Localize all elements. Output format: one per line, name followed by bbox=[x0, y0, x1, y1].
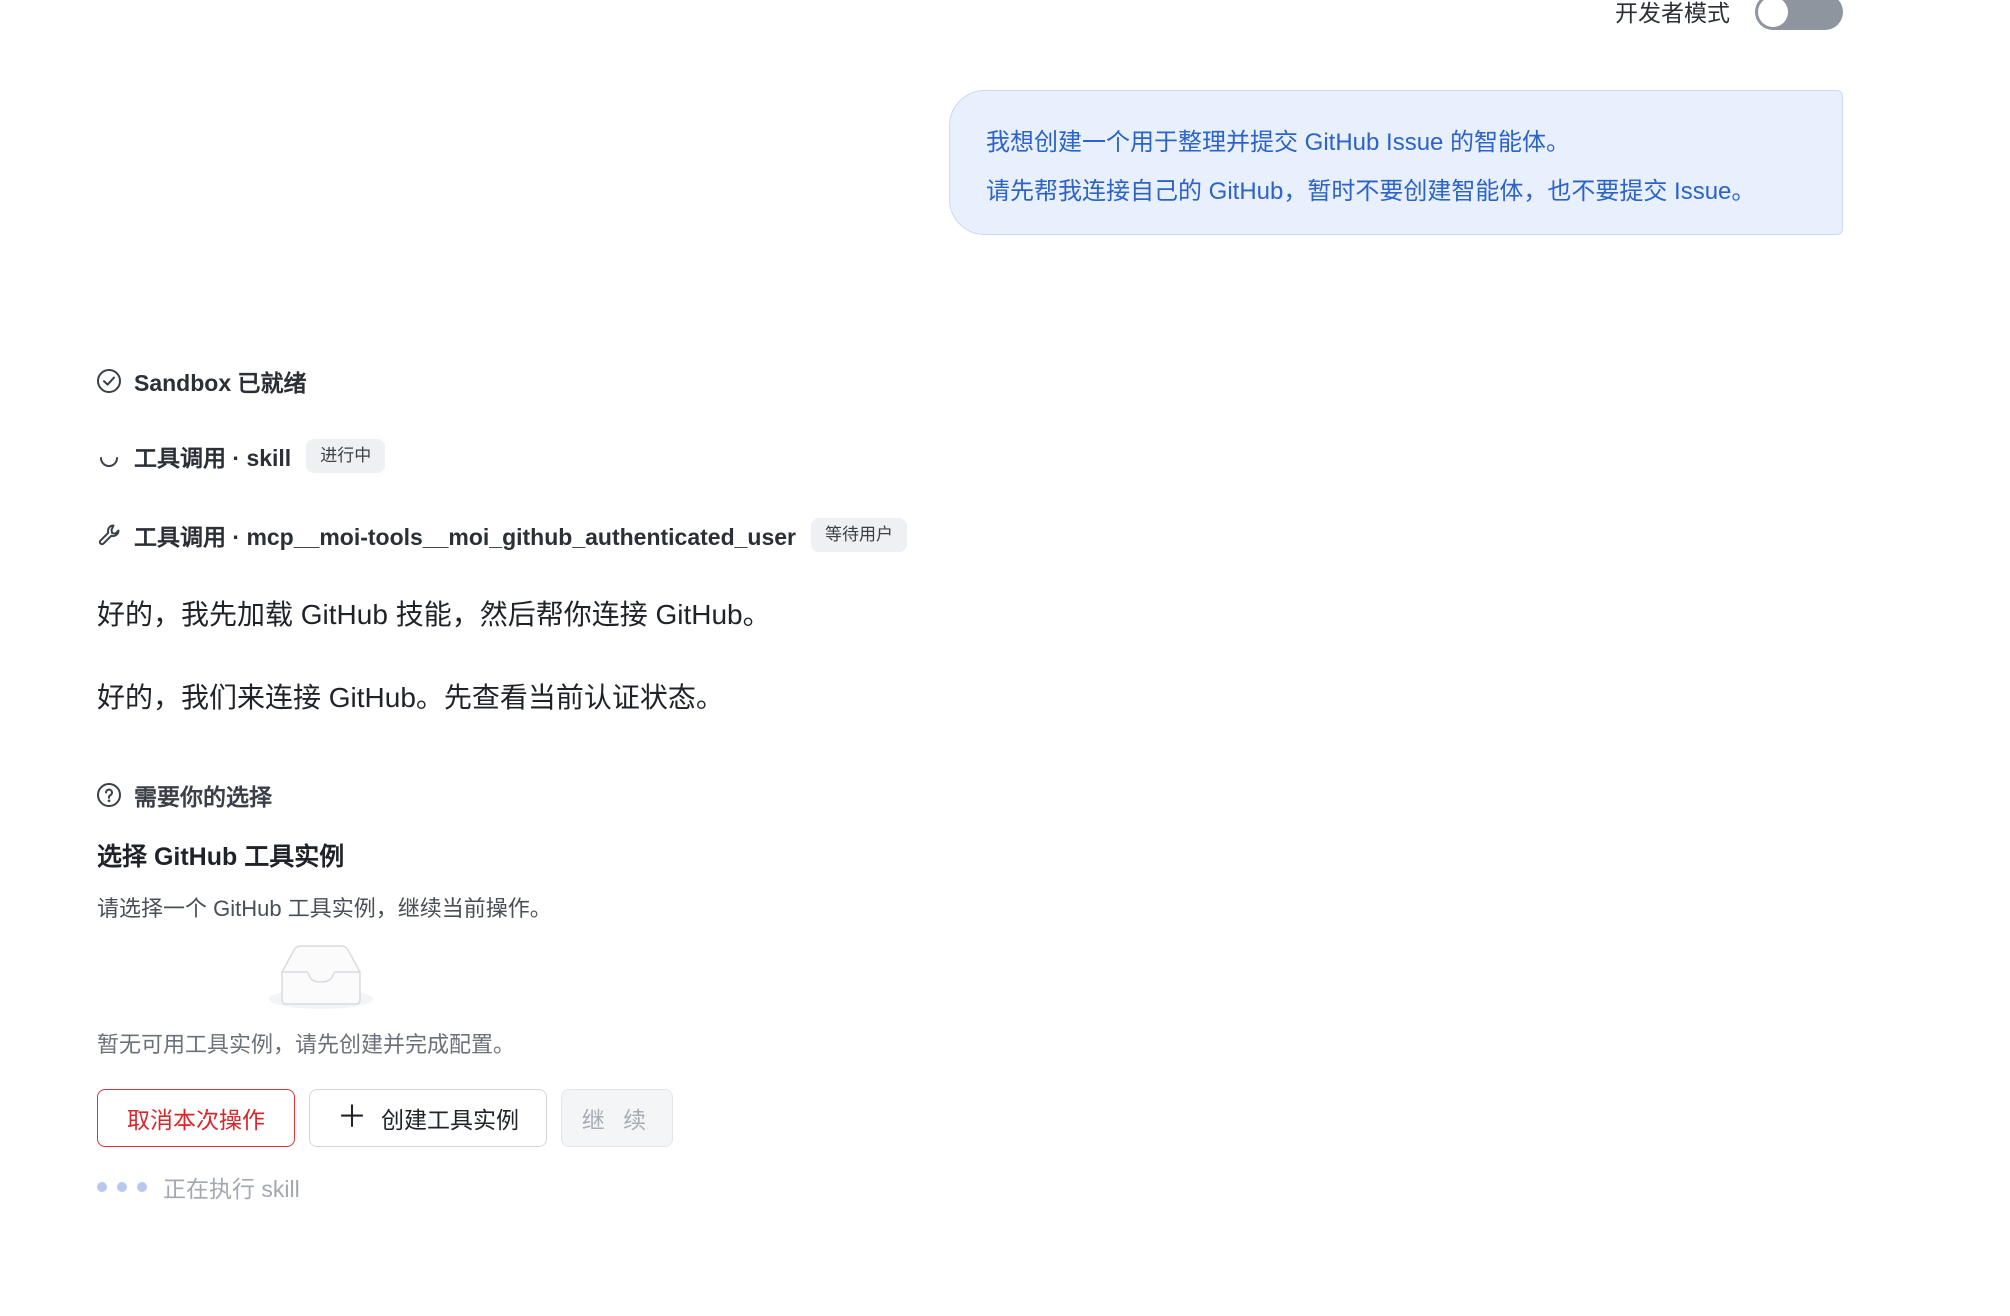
dev-mode-label: 开发者模式 bbox=[1615, 0, 1730, 26]
choice-description: 请选择一个 GitHub 工具实例，继续当前操作。 bbox=[97, 896, 552, 921]
wrench-icon bbox=[96, 522, 122, 548]
assistant-message-2: 好的，我们来连接 GitHub。先查看当前认证状态。 bbox=[97, 682, 724, 713]
status-tool-mcp[interactable]: 工具调用 · mcp__moi-tools__moi_github_authen… bbox=[96, 518, 908, 552]
status-sandbox: Sandbox 已就绪 bbox=[96, 364, 307, 398]
user-message-bubble: 我想创建一个用于整理并提交 GitHub Issue 的智能体。 请先帮我连接自… bbox=[949, 90, 1843, 235]
dev-mode-toggle[interactable] bbox=[1755, 0, 1843, 30]
question-circle-icon bbox=[96, 782, 122, 808]
empty-state-text: 暂无可用工具实例，请先创建并完成配置。 bbox=[97, 1032, 516, 1057]
tool-skill-label: 工具调用 · skill bbox=[134, 445, 292, 471]
continue-button[interactable]: 继 续 bbox=[561, 1089, 673, 1147]
user-message-line-1: 我想创建一个用于整理并提交 GitHub Issue 的智能体。 bbox=[986, 129, 1571, 156]
plus-icon: ＋ bbox=[337, 1101, 367, 1134]
spinner-icon bbox=[96, 443, 122, 469]
check-circle-icon bbox=[96, 368, 122, 394]
choice-header: 需要你的选择 bbox=[96, 778, 272, 812]
toggle-knob bbox=[1758, 0, 1788, 27]
choice-header-label: 需要你的选择 bbox=[134, 784, 272, 810]
empty-inbox-icon bbox=[268, 944, 374, 1015]
running-text: 正在执行 skill bbox=[163, 1176, 300, 1202]
assistant-message-1: 好的，我先加载 GitHub 技能，然后帮你连接 GitHub。 bbox=[97, 599, 771, 630]
create-tool-instance-label: 创建工具实例 bbox=[381, 1107, 519, 1133]
status-sandbox-label: Sandbox 已就绪 bbox=[134, 370, 307, 396]
running-indicator: 正在执行 skill bbox=[97, 1170, 300, 1204]
status-badge-running: 进行中 bbox=[306, 439, 386, 473]
status-tool-skill[interactable]: 工具调用 · skill 进行中 bbox=[96, 439, 386, 473]
tool-mcp-label: 工具调用 · mcp__moi-tools__moi_github_authen… bbox=[134, 524, 797, 550]
status-badge-waiting: 等待用户 bbox=[811, 518, 908, 552]
user-message-line-2: 请先帮我连接自己的 GitHub，暂时不要创建智能体，也不要提交 Issue。 bbox=[986, 178, 1756, 205]
loading-dots-icon bbox=[97, 1182, 157, 1192]
choice-title: 选择 GitHub 工具实例 bbox=[97, 843, 345, 871]
cancel-operation-button[interactable]: 取消本次操作 bbox=[97, 1089, 295, 1147]
create-tool-instance-button[interactable]: ＋ 创建工具实例 bbox=[309, 1089, 547, 1147]
